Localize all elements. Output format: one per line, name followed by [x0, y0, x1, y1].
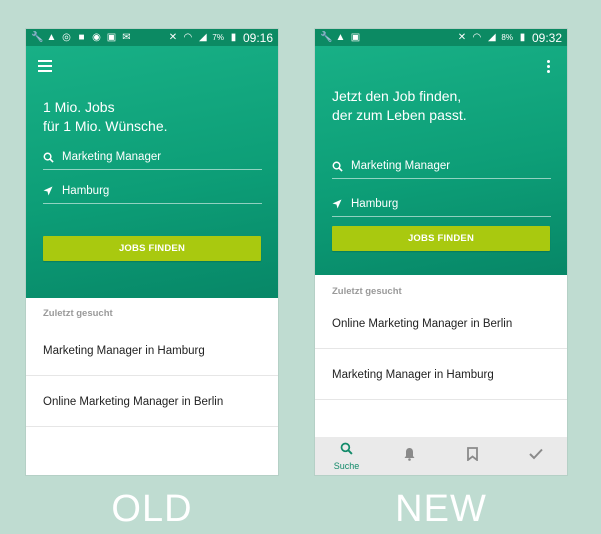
signal-icon: ◢ [488, 31, 496, 43]
menu-icon[interactable] [38, 60, 52, 72]
search-input[interactable]: Marketing Manager [43, 145, 262, 170]
download-icon: ▣ [106, 31, 117, 43]
search-icon [332, 161, 346, 172]
new-app-screen: 🔧 ▲ ▣ ✕ ◠ ◢ 8% ▮ 09:32 Jetzt den Job fin… [315, 29, 567, 475]
battery-percent: 8% [501, 33, 513, 42]
mute-icon: ✕ [457, 31, 467, 43]
bookmark-icon [467, 446, 478, 466]
warning-icon: ▲ [335, 31, 346, 43]
recent-searches-header: Zuletzt gesucht [43, 308, 113, 319]
nav-search-label: Suche [333, 460, 360, 471]
battery-icon: ▮ [230, 31, 237, 43]
clock-time: 09:32 [531, 30, 562, 45]
tagline: 1 Mio. Jobs für 1 Mio. Wünsche. [43, 98, 168, 136]
nav-search[interactable]: Suche [315, 442, 378, 471]
search-input[interactable]: Marketing Manager [332, 154, 551, 179]
tagline-line-2: für 1 Mio. Wünsche. [43, 118, 168, 134]
find-jobs-button[interactable]: JOBS FINDEN [43, 236, 261, 261]
location-arrow-icon [43, 186, 57, 196]
location-input[interactable]: Hamburg [43, 179, 262, 204]
old-app-screen: 🔧 ▲ ◎ ■ ◉ ▣ ✉ ✕ ◠ ◢ 7% ▮ 09:16 1 Mio. Jo… [26, 29, 278, 475]
recent-search-item[interactable]: Online Marketing Manager in Berlin [26, 377, 278, 427]
mute-icon: ✕ [168, 31, 178, 43]
check-icon [528, 447, 543, 465]
wrench-icon: 🔧 [31, 31, 44, 43]
wifi-icon: ◠ [183, 31, 193, 43]
clock-time: 09:16 [242, 30, 273, 45]
recent-search-item[interactable]: Marketing Manager in Hamburg [26, 326, 278, 376]
recent-searches-header: Zuletzt gesucht [332, 286, 402, 297]
recent-search-item[interactable]: Online Marketing Manager in Berlin [315, 299, 567, 349]
clock-icon: ◎ [62, 31, 71, 43]
search-icon [340, 442, 353, 460]
search-value: Marketing Manager [62, 151, 162, 163]
status-bar: 🔧 ▲ ▣ ✕ ◠ ◢ 8% ▮ 09:32 [315, 29, 567, 46]
download-icon: ▣ [350, 31, 361, 43]
nav-alerts[interactable] [378, 447, 441, 466]
battery-icon: ▮ [519, 31, 526, 43]
wrench-icon: 🔧 [320, 31, 333, 43]
battery-percent: 7% [212, 33, 224, 42]
search-icon [43, 152, 57, 163]
overflow-menu-icon[interactable] [547, 60, 551, 74]
caption-new: NEW [395, 488, 487, 530]
app-icon: ◉ [92, 31, 101, 43]
warning-icon: ▲ [46, 31, 57, 43]
wifi-icon: ◠ [472, 31, 482, 43]
tagline-line-1: Jetzt den Job finden, [332, 88, 462, 104]
search-hero: Jetzt den Job finden, der zum Leben pass… [315, 46, 567, 275]
location-input[interactable]: Hamburg [332, 192, 551, 217]
caption-old: OLD [111, 488, 193, 530]
search-value: Marketing Manager [351, 160, 451, 172]
recent-search-item[interactable]: Marketing Manager in Hamburg [315, 350, 567, 400]
bottom-navigation: Suche [315, 437, 567, 475]
find-jobs-button[interactable]: JOBS FINDEN [332, 226, 550, 251]
status-bar: 🔧 ▲ ◎ ■ ◉ ▣ ✉ ✕ ◠ ◢ 7% ▮ 09:16 [26, 29, 278, 46]
flipboard-icon: ■ [78, 31, 85, 43]
tagline-line-2: der zum Leben passt. [332, 107, 467, 123]
nav-saved[interactable] [441, 446, 504, 466]
location-value: Hamburg [351, 198, 399, 210]
location-arrow-icon [332, 199, 346, 209]
nav-applied[interactable] [504, 447, 567, 465]
location-value: Hamburg [62, 185, 110, 197]
mail-icon: ✉ [122, 31, 131, 43]
tagline: Jetzt den Job finden, der zum Leben pass… [332, 87, 467, 125]
search-hero: 1 Mio. Jobs für 1 Mio. Wünsche. Marketin… [26, 46, 278, 298]
tagline-line-1: 1 Mio. Jobs [43, 99, 115, 115]
signal-icon: ◢ [199, 31, 207, 43]
bell-icon [403, 447, 416, 466]
